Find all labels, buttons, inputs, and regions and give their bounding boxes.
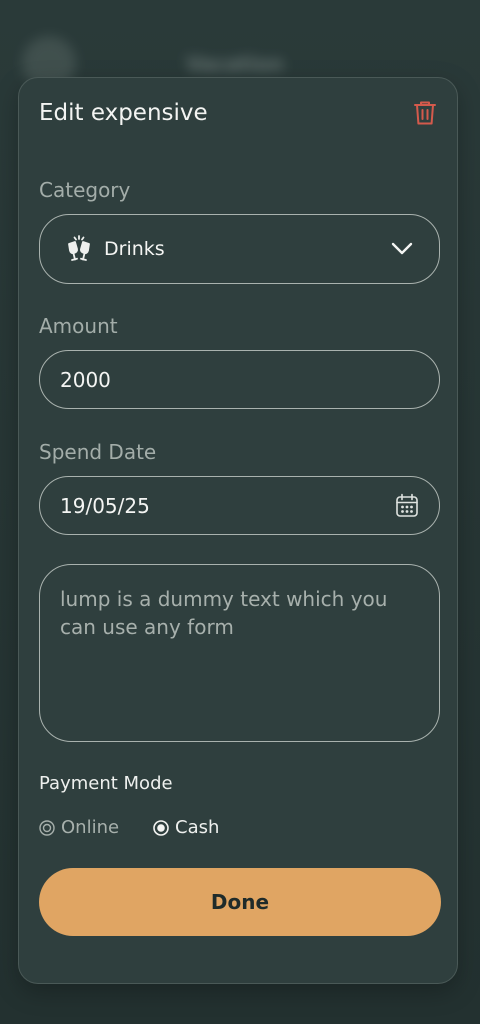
edit-expense-sheet: Edit expensive Category Drinks Amount 20… bbox=[18, 77, 458, 984]
done-button-label: Done bbox=[210, 890, 270, 914]
note-textarea[interactable]: lump is a dummy text which you can use a… bbox=[39, 564, 440, 742]
spend-date-label: Spend Date bbox=[39, 440, 157, 464]
radio-unselected-icon bbox=[39, 819, 55, 836]
payment-option-online-label: Online bbox=[61, 817, 120, 838]
payment-option-cash[interactable]: Cash bbox=[153, 817, 219, 838]
amount-input[interactable]: 2000 bbox=[39, 350, 440, 409]
note-text: lump is a dummy text which you can use a… bbox=[60, 587, 388, 639]
radio-selected-icon bbox=[153, 819, 169, 836]
drinks-icon bbox=[66, 235, 92, 263]
payment-option-cash-label: Cash bbox=[175, 817, 220, 838]
trash-icon[interactable] bbox=[413, 100, 437, 126]
amount-value: 2000 bbox=[60, 368, 111, 392]
done-button[interactable]: Done bbox=[39, 868, 441, 936]
spend-date-value: 19/05/25 bbox=[60, 494, 150, 518]
sheet-title: Edit expensive bbox=[39, 100, 208, 126]
category-select[interactable]: Drinks bbox=[39, 214, 440, 284]
payment-option-online[interactable]: Online bbox=[39, 817, 119, 838]
spend-date-input[interactable]: 19/05/25 bbox=[39, 476, 440, 535]
calendar-icon[interactable] bbox=[395, 493, 419, 519]
chevron-down-icon bbox=[390, 239, 414, 259]
payment-mode-label: Payment Mode bbox=[39, 773, 173, 794]
amount-label: Amount bbox=[39, 314, 118, 338]
background-title: Vacation bbox=[186, 52, 284, 76]
category-label: Category bbox=[39, 178, 131, 202]
category-value: Drinks bbox=[104, 238, 165, 260]
